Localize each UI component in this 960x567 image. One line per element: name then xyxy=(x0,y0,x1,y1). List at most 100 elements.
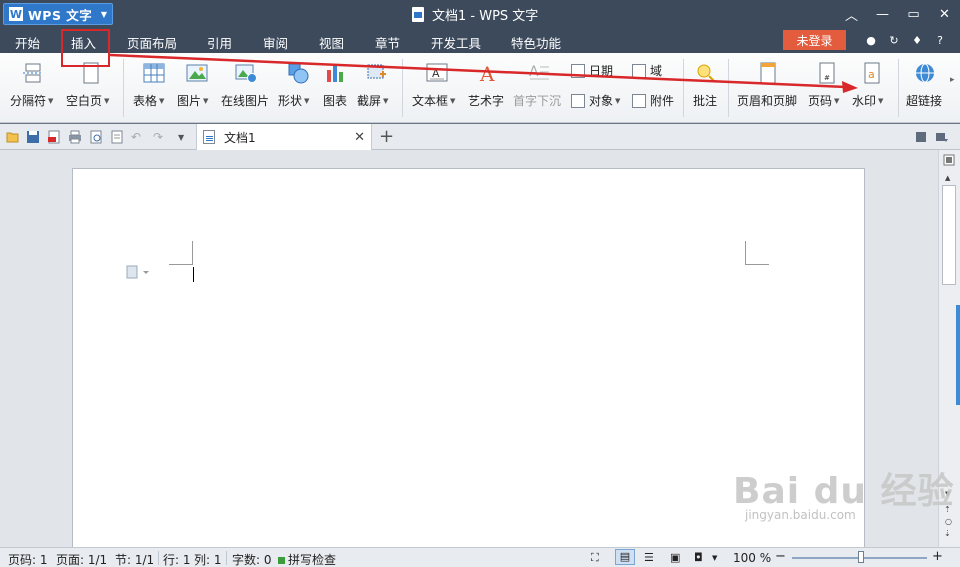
full-screen-view-icon[interactable]: ⛶ xyxy=(591,551,599,565)
title-bar: W WPS 文字 ▼ 文档1 - WPS 文字 ︿ — ▭ ✕ xyxy=(0,0,960,28)
status-bar: 页码: 1 页面: 1/1 节: 1/1 行: 1 列: 1 字数: 0 拼写检… xyxy=(0,547,960,567)
page-view-icon[interactable]: ▤ xyxy=(615,549,635,565)
tab-review[interactable]: 审阅 xyxy=(263,33,288,52)
word-art-button[interactable]: A 艺术字 xyxy=(468,53,506,123)
svg-text:a: a xyxy=(868,68,875,81)
drop-cap-button[interactable]: A 首字下沉 xyxy=(513,53,565,123)
comment-icon xyxy=(697,64,716,83)
help-icon[interactable]: ? xyxy=(933,33,947,47)
scroll-thumb[interactable] xyxy=(942,185,956,285)
export-pdf-icon[interactable] xyxy=(47,130,61,144)
collapse-ribbon-button[interactable]: ︿ xyxy=(836,0,867,28)
eye-protection-icon[interactable]: ◘ xyxy=(694,551,703,564)
hyperlink-button[interactable]: 超链接 xyxy=(905,53,945,123)
status-section: 节: 1/1 xyxy=(115,553,155,567)
online-picture-button[interactable]: 在线图片 xyxy=(221,53,271,123)
sync-icon[interactable]: ↻ xyxy=(887,33,901,47)
comment-button[interactable]: 批注 xyxy=(690,53,722,123)
text-box-button[interactable]: A 文本框 ▼ xyxy=(412,53,462,123)
print-preview-icon[interactable] xyxy=(89,130,103,144)
margin-corner-top-left xyxy=(169,241,193,265)
ribbon-separator xyxy=(898,59,899,117)
tab-references[interactable]: 引用 xyxy=(207,33,232,52)
skin-icon[interactable]: ♦ xyxy=(910,33,924,47)
customize-toolbar-chevron-icon[interactable]: ▼ xyxy=(178,133,192,147)
chart-button[interactable]: 图表 xyxy=(322,53,350,123)
ribbon-separator xyxy=(123,59,124,117)
date-button[interactable]: 日期 xyxy=(571,62,613,79)
new-tab-plus-icon[interactable]: + xyxy=(379,126,394,147)
web-view-icon[interactable]: ▣ xyxy=(670,551,680,564)
tab-section[interactable]: 章节 xyxy=(375,33,400,52)
scroll-up-arrow-icon[interactable]: ▲ xyxy=(945,174,950,182)
picture-button[interactable]: 图片 ▼ xyxy=(177,53,217,123)
chart-icon xyxy=(327,65,343,82)
tab-home[interactable]: 开始 xyxy=(15,33,40,52)
attachment-icon xyxy=(632,93,646,108)
picture-icon xyxy=(186,64,208,82)
tab-page-layout[interactable]: 页面布局 xyxy=(127,33,177,52)
panel-options-icon[interactable] xyxy=(935,130,949,144)
table-button[interactable]: 表格 ▼ xyxy=(133,53,174,123)
page-number-label: 页码 xyxy=(808,94,833,108)
object-button[interactable]: 对象 ▼ xyxy=(571,92,620,109)
redo-icon[interactable]: ↷ xyxy=(153,130,167,144)
zoom-in-icon[interactable]: + xyxy=(932,549,943,564)
page-break-label: 分隔符 xyxy=(10,94,47,108)
ribbon-more-chevron[interactable]: ▸ xyxy=(950,75,955,85)
restore-panel-icon[interactable] xyxy=(914,130,928,144)
zoom-out-icon[interactable]: − xyxy=(775,549,786,564)
attachment-button[interactable]: 附件 xyxy=(632,92,674,109)
minimize-button[interactable]: — xyxy=(867,0,898,28)
watermark-button[interactable]: a 水印 ▼ xyxy=(851,53,893,123)
save-icon[interactable] xyxy=(26,130,40,144)
page-break-icon xyxy=(23,63,43,83)
close-window-button[interactable]: ✕ xyxy=(929,0,960,28)
attachment-label: 附件 xyxy=(650,94,675,108)
split-view-icon[interactable] xyxy=(943,154,955,166)
paragraph-layout-icon[interactable] xyxy=(126,265,152,279)
status-separator xyxy=(158,551,159,565)
print-settings-icon[interactable] xyxy=(110,130,124,144)
tab-view[interactable]: 视图 xyxy=(319,33,344,52)
maximize-button[interactable]: ▭ xyxy=(898,0,929,28)
status-page-number: 页码: 1 xyxy=(8,553,48,567)
document-tab[interactable]: 文档1 ✕ xyxy=(196,124,372,150)
wps-logo-icon: W xyxy=(9,7,23,21)
watermark-brand: Bai du 经验 xyxy=(733,471,955,512)
login-button[interactable]: 未登录 xyxy=(783,30,846,50)
outline-view-icon[interactable]: ☰ xyxy=(644,551,654,564)
field-button[interactable]: 域 xyxy=(632,62,662,79)
wps-app-menu-button[interactable]: W WPS 文字 ▼ xyxy=(3,3,113,25)
baidu-jingyan-watermark: Bai du 经验 jingyan.baidu.com xyxy=(733,462,955,522)
status-pages: 页面: 1/1 xyxy=(56,553,108,567)
view-options-chevron-icon[interactable]: ▼ xyxy=(712,554,717,562)
close-tab-icon[interactable]: ✕ xyxy=(354,130,365,145)
page-number-button[interactable]: # 页码 ▼ xyxy=(807,53,847,123)
header-footer-label: 页眉和页脚 xyxy=(737,94,798,108)
print-icon[interactable] xyxy=(68,130,82,144)
header-footer-button[interactable]: 页眉和页脚 xyxy=(737,53,799,123)
undo-icon[interactable]: ↶ xyxy=(131,130,145,144)
tab-developer[interactable]: 开发工具 xyxy=(431,33,481,52)
status-row: 行: 1 xyxy=(163,553,191,567)
feedback-icon[interactable]: ● xyxy=(864,33,878,47)
word-art-label: 艺术字 xyxy=(468,94,505,108)
zoom-slider-thumb[interactable] xyxy=(858,551,864,563)
side-panel-toggle[interactable] xyxy=(956,305,960,405)
text-cursor xyxy=(193,267,194,282)
shape-button[interactable]: 形状 ▼ xyxy=(278,53,318,123)
spell-check-toggle[interactable]: 拼写检查 xyxy=(278,551,336,567)
page-break-button[interactable]: 分隔符 ▼ xyxy=(8,53,58,123)
screenshot-icon xyxy=(367,64,386,79)
margin-corner-top-right xyxy=(745,241,769,265)
tab-special-features[interactable]: 特色功能 xyxy=(511,33,561,52)
tab-bar-icons: ● ↻ ♦ ? xyxy=(864,33,947,47)
open-folder-icon[interactable] xyxy=(6,130,20,144)
hyperlink-label: 超链接 xyxy=(906,94,943,108)
chevron-down-icon: ▼ xyxy=(100,9,107,19)
date-label: 日期 xyxy=(589,64,614,78)
status-word-count[interactable]: 字数: 0 xyxy=(232,551,272,567)
next-page-icon[interactable]: ⇣ xyxy=(944,529,951,538)
screenshot-button[interactable]: 截屏 ▼ xyxy=(357,53,397,123)
